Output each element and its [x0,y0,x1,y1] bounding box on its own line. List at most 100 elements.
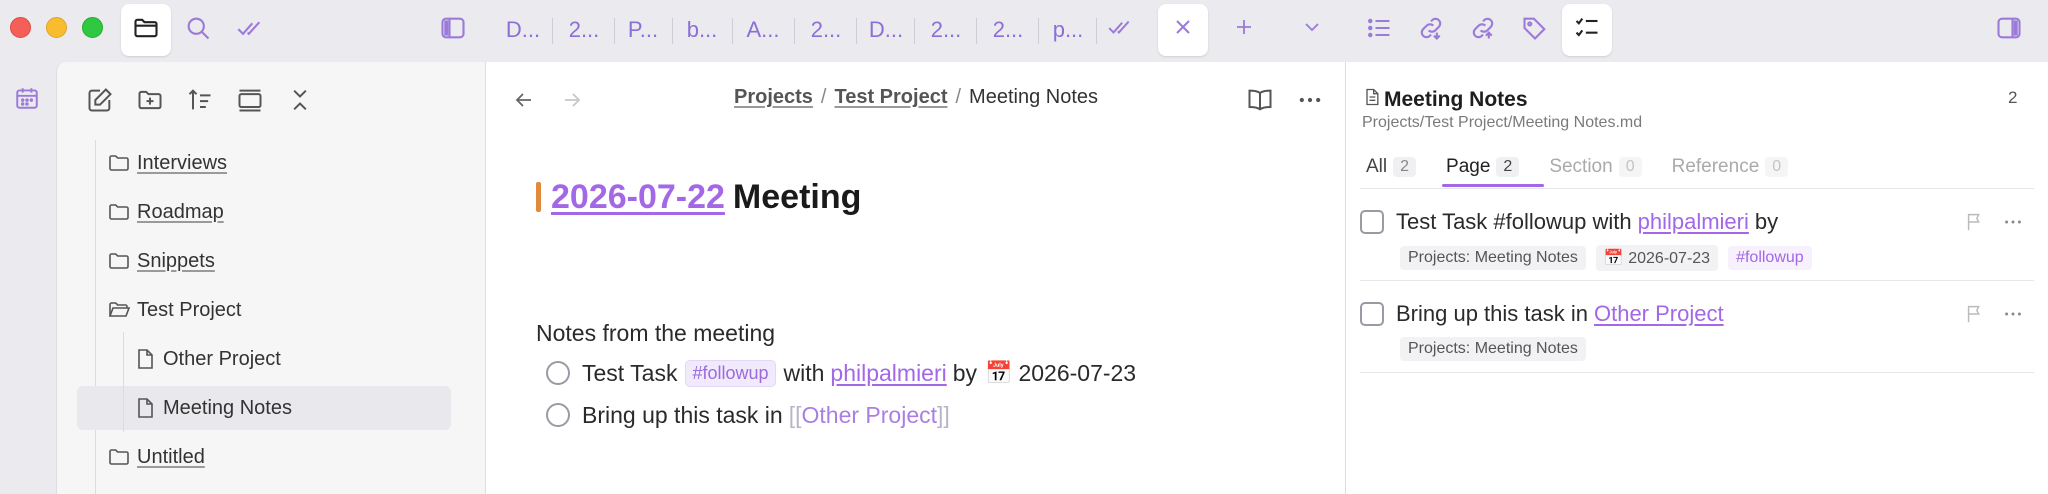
tab-8[interactable]: 2... [918,10,974,50]
sidebar-left-icon [439,14,467,47]
toggle-left-sidebar-button[interactable] [428,4,478,56]
collapse-all-button[interactable] [275,82,325,122]
folder-open-icon [107,298,131,322]
tree-item-label: Untitled [137,445,205,468]
checklist-icon [1573,14,1601,47]
link-in-icon [1417,14,1445,47]
sort-button[interactable] [175,82,225,122]
tab-2[interactable]: 2... [556,10,612,50]
tab-6[interactable]: 2... [798,10,854,50]
tab-label: P... [627,17,659,42]
tab-5[interactable]: A... [736,10,790,50]
editor-pane: Projects / Test Project / Meeting Notes 2026… [486,62,1346,494]
heading-text: Meeting [732,177,862,216]
folder-icon [107,249,131,273]
breadcrumb-test-project[interactable]: Test Project [834,86,947,108]
tab-4[interactable]: b... [676,10,728,50]
tree-file-other-project[interactable]: Other Project [133,337,487,381]
breadcrumb-projects[interactable]: Projects [734,86,813,108]
tasks-panel: Meeting Notes 2 Projects/Test Project/Me… [1346,62,2048,494]
task-tag[interactable]: #followup [685,359,776,387]
tab-10[interactable]: p... [1042,10,1094,50]
panel-file-path: Projects/Test Project/Meeting Notes.md [1362,114,1643,131]
new-tab-button[interactable] [1224,10,1264,50]
flag-button[interactable] [1964,303,1986,330]
tab-9[interactable]: 2... [980,10,1036,50]
backlinks-button[interactable] [1406,4,1456,56]
active-tab[interactable] [1158,4,1208,56]
window-icon [236,86,264,119]
task-list-button[interactable] [1562,4,1612,56]
tab-reference[interactable]: Reference 0 [1662,146,1799,188]
flag-button[interactable] [1964,211,1986,238]
wiki-link[interactable]: [[Other Project]] [789,402,950,429]
wiki-bracket-close: ]] [937,401,950,428]
auto-reveal-button[interactable] [225,82,275,122]
task-menu-button[interactable] [2002,303,2024,330]
task-text-by: by [952,359,978,386]
task-checkbox[interactable] [546,361,570,385]
tree-folder-roadmap[interactable]: Roadmap [107,190,487,234]
task-checkbox[interactable] [546,403,570,427]
close-tab-icon[interactable] [1171,15,1195,45]
search-button[interactable] [173,4,223,56]
tab-label: D... [505,17,541,42]
note-link[interactable]: Other Project [1594,301,1724,327]
zoom-window-button[interactable] [82,17,103,38]
task-checkbox[interactable] [1360,302,1384,326]
reading-view-button[interactable] [1242,84,1278,120]
tree-folder-untitled[interactable]: Untitled [107,435,487,479]
sidebar-right-icon [1995,14,2023,47]
new-note-button[interactable] [75,82,125,122]
tab-label: b... [686,17,718,42]
outgoing-links-button[interactable] [1458,4,1508,56]
flag-icon [1964,211,1986,238]
note-heading: 2026-07-22 Meeting [536,174,861,220]
source-chip[interactable]: Projects: Meeting Notes [1400,246,1586,270]
tree-item-label: Interviews [137,151,228,174]
task-menu-button[interactable] [2002,211,2024,238]
tab-page[interactable]: Page 2 [1436,146,1529,188]
task-text: Test Task #followup with [1396,209,1632,234]
tree-folder-snippets[interactable]: Snippets [107,239,487,283]
task-checkbox[interactable] [1360,210,1384,234]
tab-label: 2... [992,17,1024,42]
file-explorer-button[interactable] [121,4,171,56]
new-folder-button[interactable] [125,82,175,122]
wiki-link-text: Other Project [801,401,938,428]
active-tab-indicator [1442,184,1544,187]
tab-tasks[interactable] [1100,10,1140,50]
calendar-button[interactable] [8,82,46,118]
tab-separator [1038,18,1039,44]
tree-folder-interviews[interactable]: Interviews [107,141,487,185]
date-chip: 📅 2026-07-23 [1595,245,1719,271]
tasks-view-button[interactable] [225,4,275,56]
tags-button[interactable] [1510,4,1560,56]
calendar-icon [14,85,40,116]
tab-1[interactable]: D... [497,10,549,50]
user-link[interactable]: philpalmieri [1638,209,1749,235]
tab-section[interactable]: Section 0 [1539,146,1651,188]
more-options-button[interactable] [1292,84,1328,120]
tab-all[interactable]: All 2 [1356,146,1426,188]
sort-icon [186,86,214,119]
tree-folder-test-project[interactable]: Test Project [107,288,487,332]
tree-file-meeting-notes[interactable]: Meeting Notes [77,386,451,430]
tab-7[interactable]: D... [860,10,912,50]
minimize-window-button[interactable] [46,17,67,38]
toggle-right-sidebar-button[interactable] [1984,4,2034,56]
close-window-button[interactable] [10,17,31,38]
outline-button[interactable] [1354,4,1404,56]
tab-separator [856,18,857,44]
tag-chip[interactable]: #followup [1728,246,1812,270]
heading-date-link[interactable]: 2026-07-22 [551,178,725,217]
tab-label: Page [1446,156,1491,177]
task-text: Bring up this task in [582,401,783,428]
source-chip[interactable]: Projects: Meeting Notes [1400,337,1586,361]
tab-list-dropdown[interactable] [1292,10,1332,50]
breadcrumb-current: Meeting Notes [969,86,1099,108]
panel-task-row: Test Task #followup with philpalmieri by [1360,209,1778,235]
tab-3[interactable]: P... [618,10,668,50]
tab-label: 2... [568,17,600,42]
user-link[interactable]: philpalmieri [830,360,946,387]
